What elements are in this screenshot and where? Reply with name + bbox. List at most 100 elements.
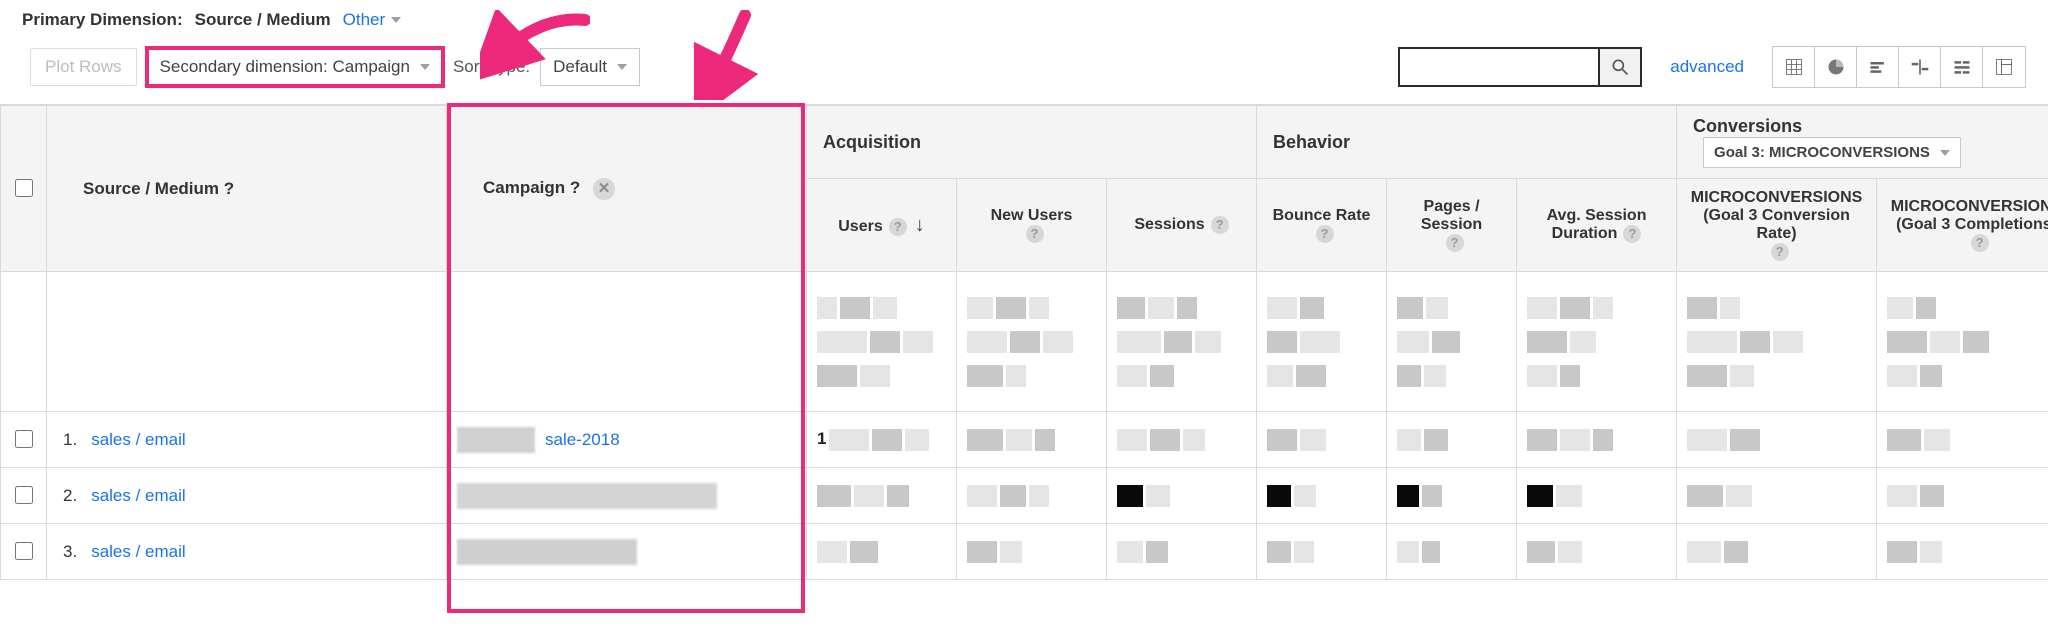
help-icon[interactable]: ? [1211, 216, 1229, 234]
redacted-value [1107, 272, 1256, 411]
bar-chart-icon [1868, 57, 1888, 77]
goal-conv-rate-label: MICROCONVERSIONS (Goal 3 Conversion Rate… [1691, 189, 1863, 242]
source-medium-link[interactable]: sales / email [91, 430, 185, 450]
pages-session-header[interactable]: Pages / Session? [1387, 179, 1517, 272]
view-data-table-button[interactable] [1773, 47, 1815, 87]
redacted-value [957, 272, 1106, 411]
view-term-cloud-button[interactable] [1941, 47, 1983, 87]
view-pivot-button[interactable] [1983, 47, 2025, 87]
redacted-value [957, 468, 1106, 523]
redacted-value [1677, 468, 1876, 523]
redacted-value [1387, 468, 1516, 523]
source-medium-header[interactable]: Source / Medium ? [47, 106, 447, 272]
chevron-down-icon [1940, 150, 1950, 156]
help-icon[interactable]: ? [1446, 234, 1464, 252]
redacted-value [1257, 412, 1386, 467]
bounce-rate-header[interactable]: Bounce Rate? [1257, 179, 1387, 272]
redacted-value [1677, 524, 1876, 579]
search-input[interactable] [1398, 47, 1598, 87]
redacted-value [1387, 524, 1516, 579]
goal-conv-rate-header[interactable]: MICROCONVERSIONS (Goal 3 Conversion Rate… [1677, 179, 1877, 272]
bounce-rate-label: Bounce Rate [1273, 207, 1371, 224]
advanced-link[interactable]: advanced [1670, 57, 1744, 77]
users-header[interactable]: Users?↓ [807, 179, 957, 272]
table-row: 2. sales / email [1, 468, 2048, 524]
pages-session-label: Pages / Session [1421, 198, 1482, 233]
secondary-dimension-dropdown[interactable]: Secondary dimension: Campaign [147, 48, 443, 86]
avg-session-duration-header[interactable]: Avg. Session Duration? [1517, 179, 1677, 272]
pivot-icon [1994, 57, 2014, 77]
conversions-label: Conversions [1693, 116, 1802, 136]
secondary-dimension-label: Secondary dimension: Campaign [160, 57, 410, 77]
campaign-cell[interactable] [447, 539, 806, 565]
redacted-value [1107, 524, 1256, 579]
remove-dimension-icon[interactable]: ✕ [593, 178, 615, 200]
source-medium-link[interactable]: sales / email [91, 486, 185, 506]
redacted-value [1387, 272, 1516, 411]
redacted-value [1877, 412, 2048, 467]
redacted-value [1877, 272, 2048, 411]
redacted-value [1677, 272, 1876, 411]
source-medium-link[interactable]: sales / email [91, 542, 185, 562]
campaign-cell[interactable]: sale-2018 [447, 427, 806, 453]
new-users-header[interactable]: New Users? [957, 179, 1107, 272]
row-checkbox[interactable] [15, 486, 33, 504]
campaign-header-label: Campaign [483, 178, 565, 197]
row-checkbox[interactable] [15, 430, 33, 448]
conversions-goal-select[interactable]: Goal 3: MICROCONVERSIONS [1703, 137, 1961, 168]
chevron-down-icon [617, 64, 627, 70]
help-icon[interactable]: ? [1771, 243, 1789, 261]
conversions-group-header: Conversions Goal 3: MICROCONVERSIONS [1677, 106, 2048, 179]
chevron-down-icon [391, 17, 401, 23]
redacted-value [1517, 272, 1676, 411]
redacted-value [1517, 412, 1676, 467]
pie-chart-icon [1826, 57, 1846, 77]
help-icon[interactable]: ? [1026, 225, 1044, 243]
redacted-value [807, 468, 956, 523]
search-icon [1610, 57, 1630, 77]
redacted-value [1257, 468, 1386, 523]
help-icon[interactable]: ? [224, 179, 234, 198]
source-medium-header-label: Source / Medium [83, 179, 219, 198]
help-icon[interactable]: ? [1316, 225, 1334, 243]
sessions-header[interactable]: Sessions? [1107, 179, 1257, 272]
redacted-value [1877, 468, 2048, 523]
campaign-cell[interactable] [447, 483, 806, 509]
redacted-value [1877, 524, 2048, 579]
redacted-value [1107, 468, 1256, 523]
behavior-group-header: Behavior [1257, 106, 1677, 179]
redacted-value [957, 524, 1106, 579]
redacted-value [1517, 524, 1676, 579]
view-bar-button[interactable] [1857, 47, 1899, 87]
goal-completions-header[interactable]: MICROCONVERSIONS (Goal 3 Completions)? [1877, 179, 2048, 272]
redacted-value [957, 412, 1106, 467]
sort-desc-icon: ↓ [915, 214, 925, 236]
redacted-value: 1 [807, 412, 956, 467]
annotation-arrow-icon [480, 10, 590, 80]
annotation-arrow-icon [690, 10, 770, 100]
redacted-value [1677, 412, 1876, 467]
row-checkbox[interactable] [15, 542, 33, 560]
select-all-checkbox[interactable] [15, 179, 33, 197]
chevron-down-icon [420, 64, 430, 70]
redacted-value [1517, 468, 1676, 523]
select-all-header[interactable] [1, 106, 47, 272]
comparison-icon [1910, 57, 1930, 77]
primary-dimension-active[interactable]: Source / Medium [195, 10, 331, 30]
table-row: 1.sales / email sale-2018 1 [1, 412, 2048, 468]
search-button[interactable] [1598, 47, 1642, 87]
view-comparison-button[interactable] [1899, 47, 1941, 87]
redacted-value [1107, 412, 1256, 467]
campaign-header[interactable]: Campaign ? ✕ [447, 106, 807, 272]
sessions-label: Sessions [1134, 216, 1204, 233]
row-index: 2. [63, 486, 77, 506]
view-pie-button[interactable] [1815, 47, 1857, 87]
other-label: Other [343, 10, 386, 30]
help-icon[interactable]: ? [1623, 225, 1641, 243]
campaign-link: sale-2018 [545, 430, 620, 450]
redacted-value [1387, 412, 1516, 467]
primary-dimension-other[interactable]: Other [343, 10, 402, 30]
help-icon[interactable]: ? [889, 218, 907, 236]
help-icon[interactable]: ? [570, 178, 580, 197]
help-icon[interactable]: ? [1971, 234, 1989, 252]
